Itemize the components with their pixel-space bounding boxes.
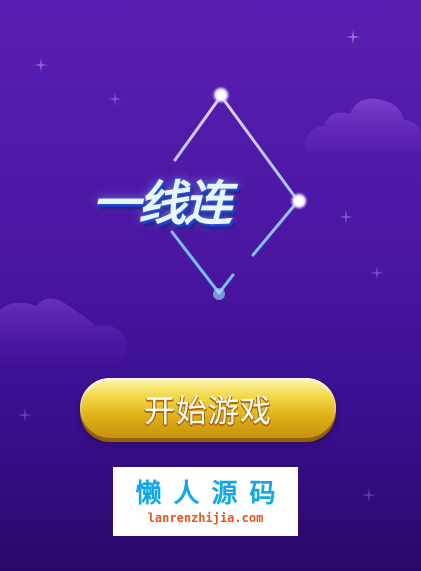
logo-line-lower [170, 230, 235, 295]
node-dot-icon [216, 90, 226, 100]
node-dot-icon [294, 196, 304, 206]
watermark-name: 懒人源码 [135, 479, 288, 509]
node-dot-icon [213, 288, 225, 300]
game-start-screen: 一线连 开始游戏 懒人源码 lanrenzhijia.com [0, 0, 421, 571]
watermark-logo: 懒人源码 lanrenzhijia.com [113, 467, 298, 536]
start-game-button[interactable]: 开始游戏 [80, 378, 336, 438]
watermark-url: lanrenzhijia.com [147, 511, 264, 525]
game-title: 一线连 [92, 176, 232, 232]
start-game-button-label: 开始游戏 [144, 393, 272, 430]
